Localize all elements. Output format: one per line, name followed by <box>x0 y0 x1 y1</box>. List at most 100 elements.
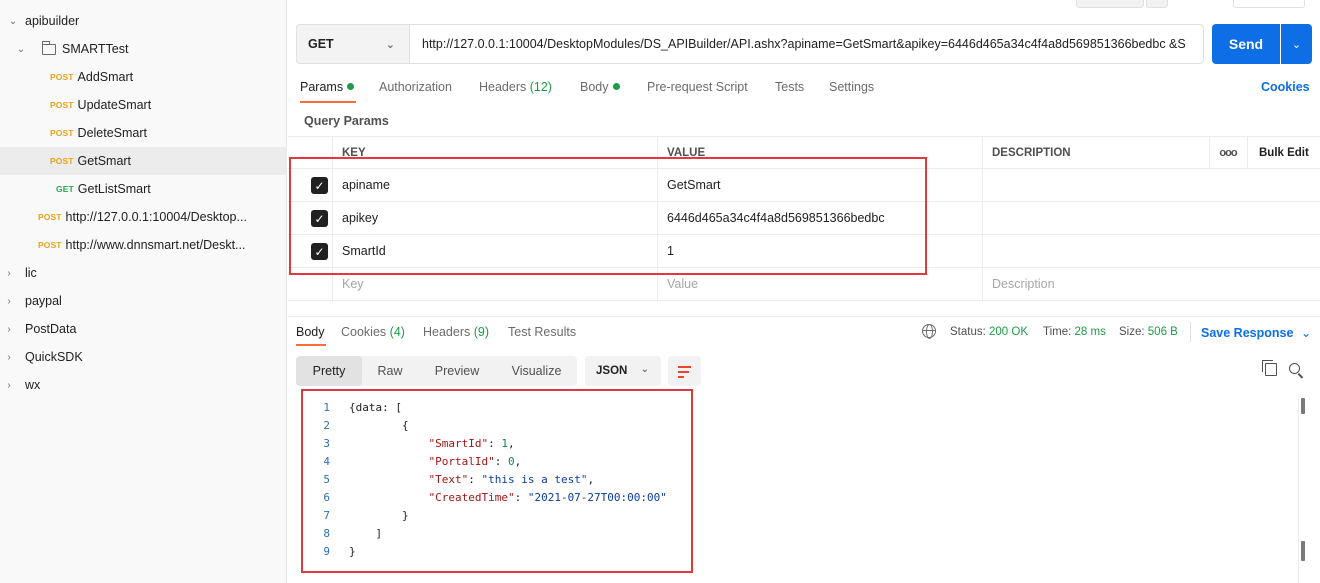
code-token: } <box>401 508 409 522</box>
send-button[interactable]: Send <box>1212 24 1280 64</box>
tab-body[interactable]: Body <box>580 80 620 98</box>
code-token: "this is a test" <box>481 472 588 486</box>
cookies-link[interactable]: Cookies <box>1261 80 1310 94</box>
request-name: GetListSmart <box>77 182 151 196</box>
request-item[interactable]: POST UpdateSmart <box>0 91 287 119</box>
method-badge: GET <box>56 184 74 194</box>
scrollbar-thumb[interactable] <box>1301 398 1305 414</box>
scrollbar-thumb[interactable] <box>1301 541 1305 561</box>
new-value-input[interactable]: Value <box>658 268 983 300</box>
row-checkbox[interactable]: ✓ <box>311 177 328 194</box>
collection-name: QuickSDK <box>25 350 83 364</box>
copy-icon[interactable] <box>1262 360 1277 376</box>
view-visualize[interactable]: Visualize <box>496 356 577 386</box>
param-description[interactable] <box>983 169 1208 201</box>
request-item[interactable]: POST DeleteSmart <box>0 119 287 147</box>
time-info: Time: 28 ms <box>1043 326 1106 338</box>
row-checkbox[interactable]: ✓ <box>311 210 328 227</box>
more-options-button[interactable]: ooo <box>1210 137 1246 168</box>
request-item-selected[interactable]: POST GetSmart <box>0 147 287 175</box>
new-description-input[interactable]: Description <box>983 268 1208 300</box>
collection-item[interactable]: › paypal <box>0 287 287 315</box>
view-pretty[interactable]: Pretty <box>296 356 362 386</box>
chevron-right-icon[interactable]: › <box>4 324 14 335</box>
collection-name: apibuilder <box>25 14 80 28</box>
table-row-new: Key Value Description <box>288 268 1320 301</box>
folder-icon <box>42 40 56 55</box>
param-value[interactable]: 6446d465a34c4f4a8d569851366bedbc <box>658 202 983 234</box>
wrap-lines-button[interactable] <box>668 356 701 386</box>
response-tab-headers[interactable]: Headers (9) <box>423 325 489 339</box>
search-icon[interactable] <box>1289 363 1300 374</box>
response-body-editor[interactable]: 1 {data: [2 {3 "SmartId": 1, 4 "PortalId":… <box>302 398 1302 568</box>
globe-icon[interactable] <box>922 324 936 339</box>
scrollbar[interactable] <box>1298 398 1306 583</box>
param-description[interactable] <box>983 202 1208 234</box>
tab-params[interactable]: Params <box>300 80 355 98</box>
param-value[interactable]: 1 <box>658 235 983 267</box>
column-header-key: KEY <box>342 146 366 159</box>
url-input[interactable]: http://127.0.0.1:10004/DesktopModules/DS… <box>410 24 1204 64</box>
format-select[interactable]: JSON ⌄ <box>585 356 661 386</box>
collection-apibuilder[interactable]: ⌄ apibuilder <box>0 7 287 35</box>
request-name: http://www.dnnsmart.net/Deskt... <box>65 238 246 252</box>
request-item[interactable]: POST http://127.0.0.1:10004/Desktop... <box>0 203 287 231</box>
toolbar-button[interactable] <box>1076 0 1144 8</box>
chevron-right-icon[interactable]: › <box>4 296 14 307</box>
param-description[interactable] <box>983 235 1208 267</box>
bulk-edit-button[interactable]: Bulk Edit <box>1250 137 1320 168</box>
collection-item[interactable]: › QuickSDK <box>0 343 287 371</box>
code-text: "PortalId": 0, <box>349 455 521 468</box>
url-text: http://127.0.0.1:10004/DesktopModules/DS… <box>422 37 1186 51</box>
chevron-right-icon[interactable]: › <box>4 352 14 363</box>
column-divider <box>1209 136 1210 169</box>
response-tab-test-results[interactable]: Test Results <box>508 325 576 339</box>
folder-name: SMARTTest <box>62 42 129 56</box>
code-token: {data: [ <box>349 400 402 414</box>
toolbar-button[interactable] <box>1146 0 1168 8</box>
tab-headers[interactable]: Headers (12) <box>479 80 552 98</box>
request-item[interactable]: GET GetListSmart <box>0 175 287 203</box>
view-raw[interactable]: Raw <box>362 356 418 386</box>
new-key-input[interactable]: Key <box>333 268 658 300</box>
request-item[interactable]: POST AddSmart <box>0 63 287 91</box>
toolbar-button[interactable] <box>1233 0 1305 8</box>
request-name: GetSmart <box>77 154 132 168</box>
chevron-right-icon[interactable]: › <box>4 268 14 279</box>
active-tab-indicator <box>296 344 326 346</box>
method-select[interactable]: GET ⌄ <box>296 24 410 64</box>
chevron-down-icon[interactable]: ⌄ <box>8 16 18 27</box>
param-value[interactable]: GetSmart <box>658 169 983 201</box>
folder-smarttest[interactable]: ⌄ SMARTTest <box>0 35 287 63</box>
request-item[interactable]: POST http://www.dnnsmart.net/Deskt... <box>0 231 287 259</box>
save-response-button[interactable]: Save Response ⌄ <box>1201 325 1311 340</box>
line-number: 2 <box>323 418 330 432</box>
tab-settings[interactable]: Settings <box>829 80 874 98</box>
status-info: Status: 200 OK <box>950 326 1028 338</box>
chevron-right-icon[interactable]: › <box>4 380 14 391</box>
size-info: Size: 506 B <box>1119 326 1178 338</box>
chevron-down-icon[interactable]: ⌄ <box>16 44 26 55</box>
param-key[interactable]: SmartId <box>333 235 658 267</box>
column-divider <box>657 136 658 302</box>
collection-item[interactable]: › PostData <box>0 315 287 343</box>
table-header: KEY VALUE DESCRIPTION ooo Bulk Edit <box>288 136 1320 169</box>
param-key[interactable]: apikey <box>333 202 658 234</box>
collection-item[interactable]: › wx <box>0 371 287 399</box>
code-token: "CreatedTime" <box>428 490 515 504</box>
tab-authorization[interactable]: Authorization <box>379 80 452 98</box>
view-preview[interactable]: Preview <box>418 356 496 386</box>
param-key[interactable]: apiname <box>333 169 658 201</box>
line-number: 7 <box>323 508 330 522</box>
code-token: , <box>507 436 515 450</box>
row-checkbox[interactable]: ✓ <box>311 243 328 260</box>
column-divider <box>982 136 983 302</box>
response-tab-cookies[interactable]: Cookies (4) <box>341 325 405 339</box>
tab-prerequest-script[interactable]: Pre-request Script <box>647 80 748 98</box>
response-tab-body[interactable]: Body <box>296 325 325 339</box>
send-dropdown-button[interactable]: ⌄ <box>1281 24 1312 64</box>
collection-item[interactable]: › lic <box>0 259 287 287</box>
tab-tests[interactable]: Tests <box>775 80 804 98</box>
